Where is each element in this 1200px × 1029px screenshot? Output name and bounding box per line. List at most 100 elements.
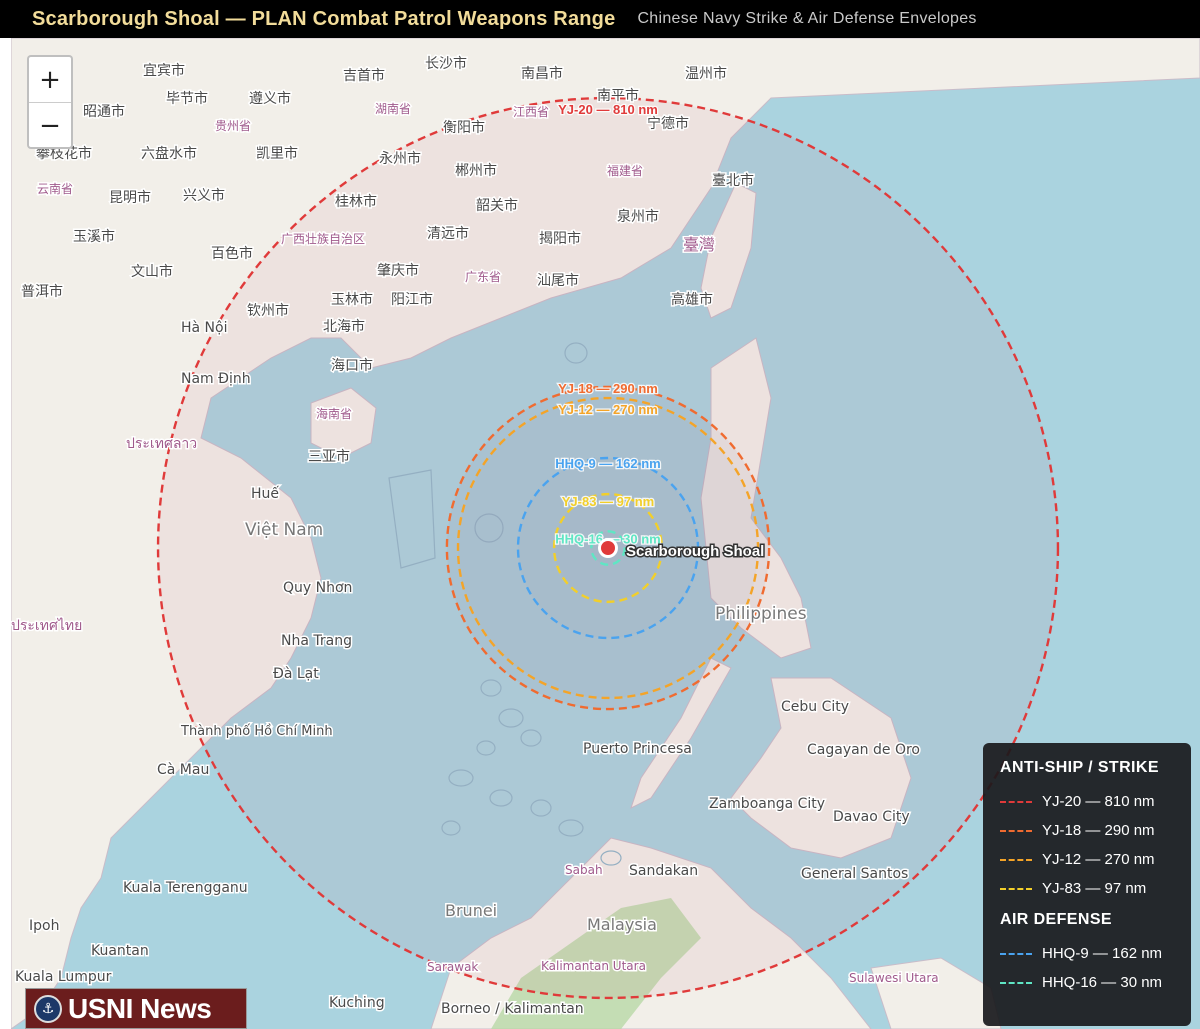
place-label: Cagayan de Oro (807, 742, 920, 758)
place-label: 江西省 (513, 105, 549, 119)
place-label: Cebu City (781, 699, 849, 715)
place-label: 肇庆市 (377, 262, 419, 279)
place-label: ประเทศไทย (11, 617, 82, 634)
page-title: Scarborough Shoal — PLAN Combat Patrol W… (32, 7, 616, 30)
legend-swatch (1000, 981, 1032, 984)
place-label: 普洱市 (21, 283, 63, 300)
place-label: 永州市 (379, 150, 421, 167)
place-label: Davao City (833, 809, 910, 825)
legend-swatch (1000, 858, 1032, 861)
place-label: Nha Trang (281, 633, 352, 649)
legend-label: YJ-20 — 810 nm (1042, 793, 1155, 810)
place-label: Việt Nam (245, 520, 323, 540)
place-label: 广西壮族自治区 (281, 232, 365, 246)
place-label: 凯里市 (256, 145, 298, 162)
usni-logo-text: USNI News (68, 992, 212, 1024)
place-label: Kuantan (91, 943, 149, 959)
place-label: Đà Lạt (273, 666, 319, 682)
range-label-yj12: YJ-12 — 270 nm (558, 402, 658, 417)
zoom-in-button[interactable]: + (29, 57, 71, 103)
place-label: 阳江市 (391, 291, 433, 308)
place-label: 福建省 (607, 163, 643, 178)
place-label: Brunei (445, 901, 497, 920)
legend-heading-defense: AIR DEFENSE (1000, 911, 1112, 928)
place-label: 宁德市 (647, 115, 689, 132)
place-label: 吉首市 (343, 67, 385, 84)
legend-label: YJ-18 — 290 nm (1042, 822, 1155, 839)
legend-label: YJ-83 — 97 nm (1042, 880, 1147, 897)
place-label: Sarawak (427, 960, 478, 974)
place-label: 百色市 (211, 245, 253, 262)
place-label: 海口市 (331, 357, 373, 374)
usni-seal-icon: ⚓ (34, 994, 62, 1023)
place-label: General Santos (801, 866, 908, 882)
place-label: 韶关市 (476, 197, 518, 214)
place-label: Hà Nội (181, 320, 227, 336)
legend-item: YJ-83 — 97 nm (1000, 874, 1191, 903)
place-label: 遵义市 (249, 90, 291, 107)
place-label: 清远市 (427, 225, 469, 242)
legend-label: HHQ-9 — 162 nm (1042, 945, 1163, 962)
legend-panel: ANTI-SHIP / STRIKE YJ-20 — 810 nm YJ-18 … (983, 743, 1191, 1026)
legend-swatch (1000, 887, 1032, 890)
place-label: 云南省 (37, 181, 73, 196)
legend-heading-strike: ANTI-SHIP / STRIKE (1000, 759, 1159, 776)
legend-item: YJ-18 — 290 nm (1000, 816, 1191, 845)
place-label: 湖南省 (375, 101, 411, 116)
place-label: Cà Mau (157, 762, 209, 778)
legend-label: YJ-12 — 270 nm (1042, 851, 1155, 868)
legend-item: HHQ-9 — 162 nm (1000, 939, 1191, 968)
zoom-control: + − (27, 55, 73, 149)
place-label: 高雄市 (671, 291, 713, 308)
place-label: 长沙市 (425, 55, 467, 72)
place-label: Sulawesi Utara (849, 971, 939, 985)
place-label: 南昌市 (521, 65, 563, 82)
place-label: Kuching (329, 995, 385, 1011)
place-label: 昆明市 (109, 189, 151, 206)
page-subtitle: Chinese Navy Strike & Air Defense Envelo… (637, 10, 977, 27)
place-label: 北海市 (323, 318, 365, 335)
place-label: Huế (251, 485, 279, 502)
place-label: 广东省 (465, 270, 501, 284)
legend-swatch (1000, 800, 1032, 803)
place-label: 三亚市 (308, 448, 350, 465)
place-label: 毕节市 (166, 90, 208, 107)
usni-news-logo: ⚓ USNI News (25, 988, 247, 1029)
place-label: 兴义市 (183, 187, 225, 204)
legend-swatch (1000, 829, 1032, 832)
place-label: Puerto Princesa (583, 741, 692, 757)
place-label: 郴州市 (455, 162, 497, 179)
target-marker-icon[interactable] (601, 541, 615, 555)
place-label: Thành phố Hồ Chí Minh (180, 724, 333, 739)
place-label: 昭通市 (83, 103, 125, 120)
place-label: 揭阳市 (539, 230, 581, 247)
legend-label: HHQ-16 — 30 nm (1042, 974, 1163, 991)
place-label: 贵州省 (215, 119, 251, 133)
place-label: 文山市 (131, 263, 173, 280)
place-label: Sabah (565, 863, 603, 877)
range-label-yj83: YJ-83 — 97 nm (562, 494, 655, 509)
place-label: 温州市 (685, 65, 727, 82)
place-label: ประเทศลาว (126, 436, 197, 452)
place-label: Borneo / Kalimantan (441, 1001, 584, 1017)
place-label: 六盘水市 (141, 145, 197, 162)
place-label: 海南省 (316, 406, 352, 421)
place-label: Kuala Lumpur (15, 969, 112, 985)
place-label: Malaysia (587, 915, 657, 934)
place-label: 南平市 (597, 87, 639, 104)
place-label: 玉林市 (331, 291, 373, 308)
place-label: Kalimantan Utara (541, 959, 646, 973)
place-label: 玉溪市 (73, 228, 115, 245)
legend-swatch (1000, 952, 1032, 955)
place-label: Zamboanga City (709, 796, 825, 812)
target-label: Scarborough Shoal (626, 543, 764, 560)
place-label: 衡阳市 (443, 119, 485, 136)
place-label: 宜宾市 (143, 62, 185, 79)
legend-item: HHQ-16 — 30 nm (1000, 968, 1191, 997)
map-view[interactable]: YJ-20 — 810 nm YJ-18 — 290 nm YJ-12 — 270 … (11, 38, 1200, 1029)
range-label-yj20: YJ-20 — 810 nm (558, 102, 658, 117)
range-label-hhq9: HHQ-9 — 162 nm (555, 456, 660, 471)
place-label: Kuala Terengganu (123, 880, 248, 896)
zoom-out-button[interactable]: − (29, 103, 71, 148)
legend-item: YJ-12 — 270 nm (1000, 845, 1191, 874)
